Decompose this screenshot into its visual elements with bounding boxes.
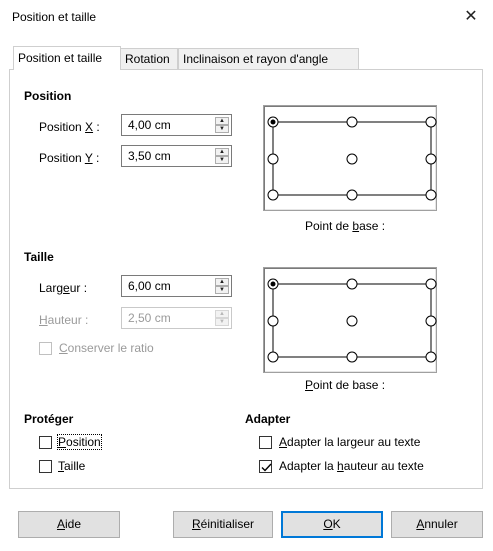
base-point-middle-right[interactable] bbox=[425, 153, 437, 165]
position-section-title: Position bbox=[24, 89, 72, 103]
keep-ratio-checkbox bbox=[39, 342, 52, 355]
fit-section-title: Adapter bbox=[245, 412, 291, 426]
size-point-bottom-left[interactable] bbox=[267, 351, 279, 363]
ok-button[interactable]: OK bbox=[281, 511, 383, 538]
position-x-field[interactable]: 4,00 cm ▲ ▼ bbox=[121, 114, 232, 136]
height-up-icon: ▲ bbox=[215, 310, 229, 318]
position-y-value: 3,50 cm bbox=[128, 149, 171, 163]
width-value: 6,00 cm bbox=[128, 279, 171, 293]
size-point-bottom-center[interactable] bbox=[346, 351, 358, 363]
position-x-value: 4,00 cm bbox=[128, 118, 171, 132]
position-y-down-icon[interactable]: ▼ bbox=[215, 156, 229, 164]
reset-button[interactable]: Réinitialiser bbox=[173, 511, 273, 538]
size-base-point-grid[interactable] bbox=[263, 267, 437, 373]
base-point-selected-dot bbox=[270, 119, 276, 125]
width-down-icon[interactable]: ▼ bbox=[215, 286, 229, 294]
active-tab-joint bbox=[14, 68, 120, 70]
position-y-field[interactable]: 3,50 cm ▲ ▼ bbox=[121, 145, 232, 167]
size-point-top-center[interactable] bbox=[346, 278, 358, 290]
window-title: Position et taille bbox=[12, 10, 97, 24]
help-button[interactable]: Aide bbox=[18, 511, 120, 538]
position-x-label: Position X : bbox=[39, 120, 100, 134]
base-point-center[interactable] bbox=[346, 153, 358, 165]
position-y-label: Position Y : bbox=[39, 151, 100, 165]
close-icon[interactable]: ✕ bbox=[459, 6, 483, 28]
width-label: Largeur : bbox=[39, 281, 88, 295]
protect-position-label[interactable]: Position bbox=[57, 434, 102, 450]
height-label: Hauteur : bbox=[39, 313, 89, 327]
cancel-button[interactable]: Annuler bbox=[391, 511, 483, 538]
position-base-point-label: Point de base : bbox=[305, 219, 386, 233]
height-field: 2,50 cm ▲ ▼ bbox=[121, 307, 232, 329]
base-point-bottom-right[interactable] bbox=[425, 189, 437, 201]
size-point-top-right[interactable] bbox=[425, 278, 437, 290]
protect-size-checkbox[interactable] bbox=[39, 460, 52, 473]
base-point-top-center[interactable] bbox=[346, 116, 358, 128]
fit-width-checkbox[interactable] bbox=[259, 436, 272, 449]
position-x-up-icon[interactable]: ▲ bbox=[215, 117, 229, 125]
size-point-middle-right[interactable] bbox=[425, 315, 437, 327]
protect-section-title: Protéger bbox=[24, 412, 74, 426]
height-down-icon: ▼ bbox=[215, 318, 229, 326]
fit-height-checkbox[interactable] bbox=[259, 460, 272, 473]
size-base-point-label: Point de base : bbox=[305, 378, 386, 392]
size-point-bottom-right[interactable] bbox=[425, 351, 437, 363]
base-point-top-right[interactable] bbox=[425, 116, 437, 128]
size-point-center[interactable] bbox=[346, 315, 358, 327]
base-point-bottom-left[interactable] bbox=[267, 189, 279, 201]
base-point-middle-left[interactable] bbox=[267, 153, 279, 165]
height-value: 2,50 cm bbox=[128, 311, 171, 325]
fit-height-label[interactable]: Adapter la hauteur au texte bbox=[279, 459, 424, 473]
checkmark-icon bbox=[261, 463, 272, 472]
position-base-point-grid[interactable] bbox=[263, 105, 437, 211]
base-point-bottom-center[interactable] bbox=[346, 189, 358, 201]
position-x-down-icon[interactable]: ▼ bbox=[215, 125, 229, 133]
width-field[interactable]: 6,00 cm ▲ ▼ bbox=[121, 275, 232, 297]
size-base-point-diagram bbox=[267, 278, 437, 363]
protect-size-label[interactable]: Taille bbox=[58, 459, 85, 473]
tab-rotation[interactable]: Rotation bbox=[120, 48, 178, 70]
size-point-selected-dot bbox=[270, 281, 276, 287]
fit-width-label[interactable]: Adapter la largeur au texte bbox=[279, 435, 420, 449]
size-section-title: Taille bbox=[24, 250, 54, 264]
keep-ratio-label: Conserver le ratio bbox=[59, 341, 154, 355]
protect-position-checkbox[interactable] bbox=[39, 436, 52, 449]
position-base-point-diagram bbox=[267, 116, 437, 201]
width-up-icon[interactable]: ▲ bbox=[215, 278, 229, 286]
size-point-middle-left[interactable] bbox=[267, 315, 279, 327]
position-y-up-icon[interactable]: ▲ bbox=[215, 148, 229, 156]
tab-slant-corner-radius[interactable]: Inclinaison et rayon d'angle bbox=[178, 48, 359, 70]
tab-position-size[interactable]: Position et taille bbox=[13, 46, 121, 70]
